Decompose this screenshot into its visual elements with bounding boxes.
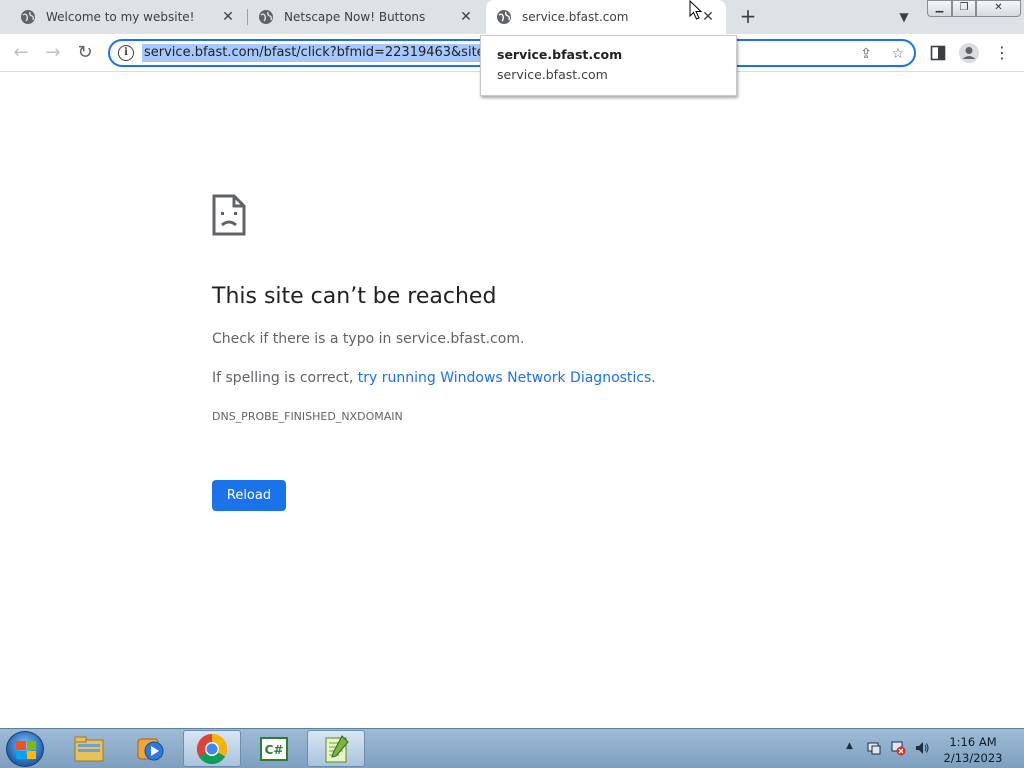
globe-icon (259, 10, 273, 24)
share-icon[interactable]: ⇪ (856, 44, 876, 64)
omnibox-suggestion-popup[interactable]: service.bfast.com service.bfast.com (480, 35, 737, 96)
mouse-cursor-icon (689, 0, 703, 20)
site-info-icon[interactable]: i (118, 45, 134, 61)
error-code: DNS_PROBE_FINISHED_NXDOMAIN (212, 410, 403, 423)
network-icon[interactable] (890, 740, 906, 756)
clock-time: 1:16 AM (949, 735, 997, 749)
side-panel-icon[interactable] (927, 42, 949, 64)
error-diagnostics-hint: If spelling is correct, try running Wind… (212, 370, 656, 386)
close-tab-icon[interactable]: ✕ (220, 9, 236, 25)
bookmark-star-icon[interactable]: ☆ (888, 44, 908, 64)
show-hidden-icons-icon[interactable]: ▲ (846, 741, 853, 751)
globe-icon (21, 10, 35, 24)
windows-taskbar: C# ▲ 1:16 AM 2/13/2023 (0, 728, 1024, 768)
diagnostics-prefix: If spelling is correct, (212, 370, 358, 386)
error-page: This site can’t be reached Check if ther… (0, 73, 1024, 728)
forward-button[interactable]: → (41, 41, 65, 65)
taskbar-notepad-plus-plus[interactable] (307, 730, 365, 767)
action-center-icon[interactable] (866, 740, 882, 756)
error-title: This site can’t be reached (212, 284, 497, 309)
window-controls: ▁ ❐ ✕ (927, 0, 1021, 17)
reload-toolbar-button[interactable]: ↻ (73, 41, 97, 65)
volume-icon[interactable] (914, 740, 930, 756)
tab-welcome[interactable]: Welcome to my website! ✕ (10, 0, 246, 34)
network-diagnostics-link[interactable]: try running Windows Network Diagnostics (358, 370, 652, 386)
media-player-icon (137, 738, 164, 760)
start-button[interactable] (6, 731, 44, 767)
diagnostics-suffix: . (651, 370, 656, 386)
csharp-icon: C# (260, 736, 288, 761)
taskbar-chrome[interactable] (183, 730, 241, 767)
error-typo-hint: Check if there is a typo in service.bfas… (212, 331, 525, 347)
tab-strip: Welcome to my website! ✕ Netscape Now! B… (0, 0, 1024, 34)
reload-button[interactable]: Reload (212, 480, 286, 511)
tab-search-chevron-icon[interactable]: ▼ (894, 7, 914, 27)
close-window-button[interactable]: ✕ (976, 0, 1021, 17)
restore-button[interactable]: ❐ (952, 0, 976, 17)
svg-text:C#: C# (265, 743, 284, 757)
tab-title: service.bfast.com (522, 10, 629, 24)
system-clock[interactable]: 1:16 AM 2/13/2023 (938, 734, 1008, 766)
sad-page-icon (212, 194, 246, 236)
folder-icon (74, 736, 104, 761)
taskbar-media-player[interactable] (121, 730, 179, 767)
windows-logo-icon (16, 741, 36, 759)
minimize-button[interactable]: ▁ (927, 0, 952, 17)
chrome-icon (196, 733, 228, 764)
suggestion-url[interactable]: service.bfast.com (497, 67, 608, 82)
more-menu-icon[interactable]: ⋮ (991, 42, 1013, 64)
close-tab-icon[interactable]: ✕ (458, 9, 474, 25)
taskbar-file-explorer[interactable] (60, 730, 118, 767)
clock-date: 2/13/2023 (943, 751, 1003, 765)
tab-title: Welcome to my website! (46, 10, 195, 24)
taskbar-csharp-editor[interactable]: C# (245, 730, 303, 767)
tab-netscape-buttons[interactable]: Netscape Now! Buttons ✕ (248, 0, 484, 34)
tab-title: Netscape Now! Buttons (284, 10, 426, 24)
suggestion-title[interactable]: service.bfast.com (497, 47, 622, 62)
address-url-text[interactable]: service.bfast.com/bfast/click?bfmid=2231… (142, 44, 482, 62)
profile-avatar-icon[interactable] (958, 42, 980, 64)
back-button[interactable]: ← (9, 41, 33, 65)
notepad-plus-plus-icon (325, 734, 349, 762)
globe-icon (497, 10, 511, 24)
new-tab-button[interactable]: + (736, 5, 760, 29)
